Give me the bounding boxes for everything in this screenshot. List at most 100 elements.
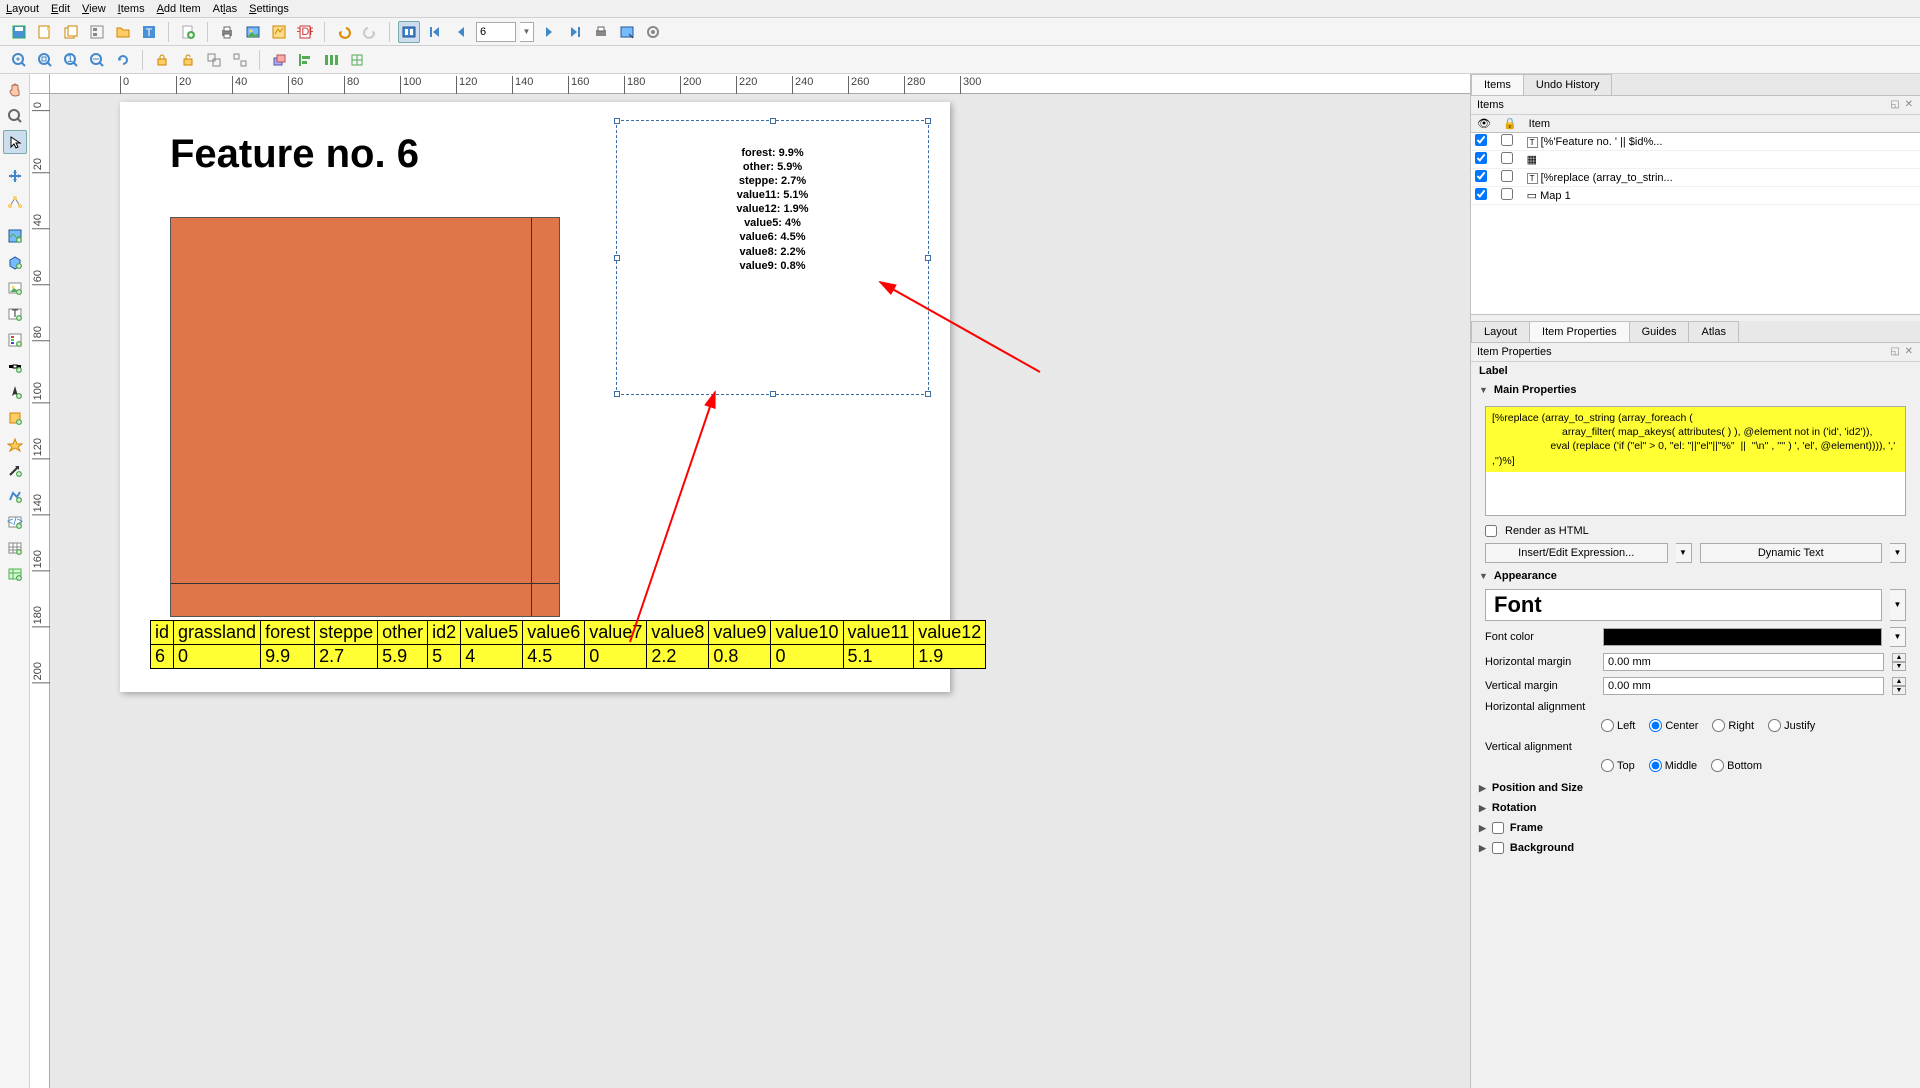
h-align-right[interactable] <box>1712 719 1725 732</box>
item-visible-checkbox[interactable] <box>1475 134 1487 146</box>
save-icon[interactable] <box>8 21 30 43</box>
expression-textarea[interactable]: [%replace (array_to_string (array_foreac… <box>1485 406 1906 516</box>
unlock-items-icon[interactable] <box>177 49 199 71</box>
raise-icon[interactable] <box>268 49 290 71</box>
panel-controls-icon[interactable]: ◱ ✕ <box>1890 346 1914 358</box>
atlas-preview-icon[interactable] <box>398 21 420 43</box>
item-lock-checkbox[interactable] <box>1501 188 1513 200</box>
add-map-icon[interactable] <box>3 224 27 248</box>
refresh-icon[interactable] <box>112 49 134 71</box>
v-margin-input[interactable] <box>1603 677 1884 695</box>
h-align-left[interactable] <box>1601 719 1614 732</box>
duplicate-layout-icon[interactable] <box>60 21 82 43</box>
label-item-selected[interactable]: forest: 9.9%other: 5.9%steppe: 2.7%value… <box>616 120 929 395</box>
section-frame[interactable]: ▶Frame <box>1471 818 1920 838</box>
item-visible-checkbox[interactable] <box>1475 188 1487 200</box>
v-align-bottom[interactable] <box>1711 759 1724 772</box>
add-scalebar-icon[interactable] <box>3 354 27 378</box>
export-image-icon[interactable] <box>242 21 264 43</box>
font-button[interactable]: Font <box>1485 589 1882 621</box>
export-svg-icon[interactable] <box>268 21 290 43</box>
zoom-tool-icon[interactable] <box>3 104 27 128</box>
h-align-justify[interactable] <box>1768 719 1781 732</box>
insert-expression-dropdown[interactable]: ▼ <box>1676 543 1692 563</box>
add-legend-icon[interactable] <box>3 328 27 352</box>
select-tool-icon[interactable] <box>3 130 27 154</box>
redo-icon[interactable] <box>359 21 381 43</box>
section-appearance[interactable]: ▼Appearance <box>1471 566 1920 586</box>
zoom-actual-icon[interactable]: 1 <box>60 49 82 71</box>
add-north-arrow-icon[interactable] <box>3 380 27 404</box>
resize-icon[interactable] <box>346 49 368 71</box>
atlas-export-icon[interactable] <box>616 21 638 43</box>
item-lock-checkbox[interactable] <box>1501 134 1513 146</box>
menu-add-item[interactable]: Add Item <box>157 3 201 15</box>
atlas-page-input[interactable] <box>476 22 516 42</box>
v-align-top[interactable] <box>1601 759 1614 772</box>
menu-view[interactable]: View <box>82 3 106 15</box>
add-label-icon[interactable]: T <box>3 302 27 326</box>
tab-atlas[interactable]: Atlas <box>1688 321 1738 342</box>
first-feature-icon[interactable] <box>424 21 446 43</box>
items-row[interactable]: ▭ Map 1 <box>1471 187 1920 205</box>
item-lock-checkbox[interactable] <box>1501 152 1513 164</box>
items-row[interactable]: T [%'Feature no. ' || $id%... <box>1471 133 1920 151</box>
panel-controls-icon[interactable]: ◱ ✕ <box>1890 99 1914 111</box>
add-arrow-icon[interactable] <box>3 458 27 482</box>
add-node-item-icon[interactable] <box>3 484 27 508</box>
section-background[interactable]: ▶Background <box>1471 838 1920 858</box>
attribute-table[interactable]: idgrasslandforeststeppeotherid2value5val… <box>150 620 986 669</box>
item-visible-checkbox[interactable] <box>1475 170 1487 182</box>
zoom-full-icon[interactable] <box>34 49 56 71</box>
add-shape-icon[interactable] <box>3 406 27 430</box>
section-rotation[interactable]: ▶Rotation <box>1471 798 1920 818</box>
menu-settings[interactable]: Settings <box>249 3 289 15</box>
menu-edit[interactable]: Edit <box>51 3 70 15</box>
prev-feature-icon[interactable] <box>450 21 472 43</box>
ungroup-icon[interactable] <box>229 49 251 71</box>
add-html-icon[interactable]: </> <box>3 510 27 534</box>
atlas-page-dropdown[interactable]: ▼ <box>520 22 534 42</box>
section-main-properties[interactable]: ▼Main Properties <box>1471 380 1920 400</box>
tab-undo-history[interactable]: Undo History <box>1523 74 1613 95</box>
h-align-center[interactable] <box>1649 719 1662 732</box>
save-template-icon[interactable]: T <box>138 21 160 43</box>
distribute-icon[interactable] <box>320 49 342 71</box>
dynamic-text-button[interactable]: Dynamic Text <box>1700 543 1883 563</box>
add-3dmap-icon[interactable] <box>3 250 27 274</box>
atlas-print-icon[interactable] <box>590 21 612 43</box>
frame-checkbox[interactable] <box>1492 822 1504 834</box>
add-from-template-icon[interactable] <box>177 21 199 43</box>
font-color-dropdown[interactable]: ▼ <box>1890 627 1906 647</box>
h-margin-spinner[interactable]: ▲▼ <box>1892 653 1906 671</box>
item-visible-checkbox[interactable] <box>1475 152 1487 164</box>
lock-items-icon[interactable] <box>151 49 173 71</box>
add-fixed-table-icon[interactable] <box>3 562 27 586</box>
items-row[interactable]: ▦ <box>1471 151 1920 169</box>
map-item[interactable] <box>170 217 560 617</box>
last-feature-icon[interactable] <box>564 21 586 43</box>
items-row[interactable]: T [%replace (array_to_strin... <box>1471 169 1920 187</box>
menu-atlas[interactable]: Atlas <box>213 3 237 15</box>
font-dropdown[interactable]: ▼ <box>1890 589 1906 621</box>
new-layout-icon[interactable] <box>34 21 56 43</box>
align-left-icon[interactable] <box>294 49 316 71</box>
export-pdf-icon[interactable]: PDF <box>294 21 316 43</box>
add-picture-icon[interactable] <box>3 276 27 300</box>
add-table-icon[interactable] <box>3 536 27 560</box>
font-color-swatch[interactable] <box>1603 628 1882 646</box>
edit-nodes-icon[interactable] <box>3 190 27 214</box>
tab-layout[interactable]: Layout <box>1471 321 1530 342</box>
tab-item-properties[interactable]: Item Properties <box>1529 321 1630 342</box>
dynamic-text-dropdown[interactable]: ▼ <box>1890 543 1906 563</box>
canvas[interactable]: 0204060801001201401601802002202402602803… <box>30 74 1470 1088</box>
background-checkbox[interactable] <box>1492 842 1504 854</box>
item-lock-checkbox[interactable] <box>1501 170 1513 182</box>
insert-expression-button[interactable]: Insert/Edit Expression... <box>1485 543 1668 563</box>
zoom-in-icon[interactable] <box>8 49 30 71</box>
next-feature-icon[interactable] <box>538 21 560 43</box>
pan-tool-icon[interactable] <box>3 78 27 102</box>
open-folder-icon[interactable] <box>112 21 134 43</box>
layout-manager-icon[interactable] <box>86 21 108 43</box>
print-icon[interactable] <box>216 21 238 43</box>
